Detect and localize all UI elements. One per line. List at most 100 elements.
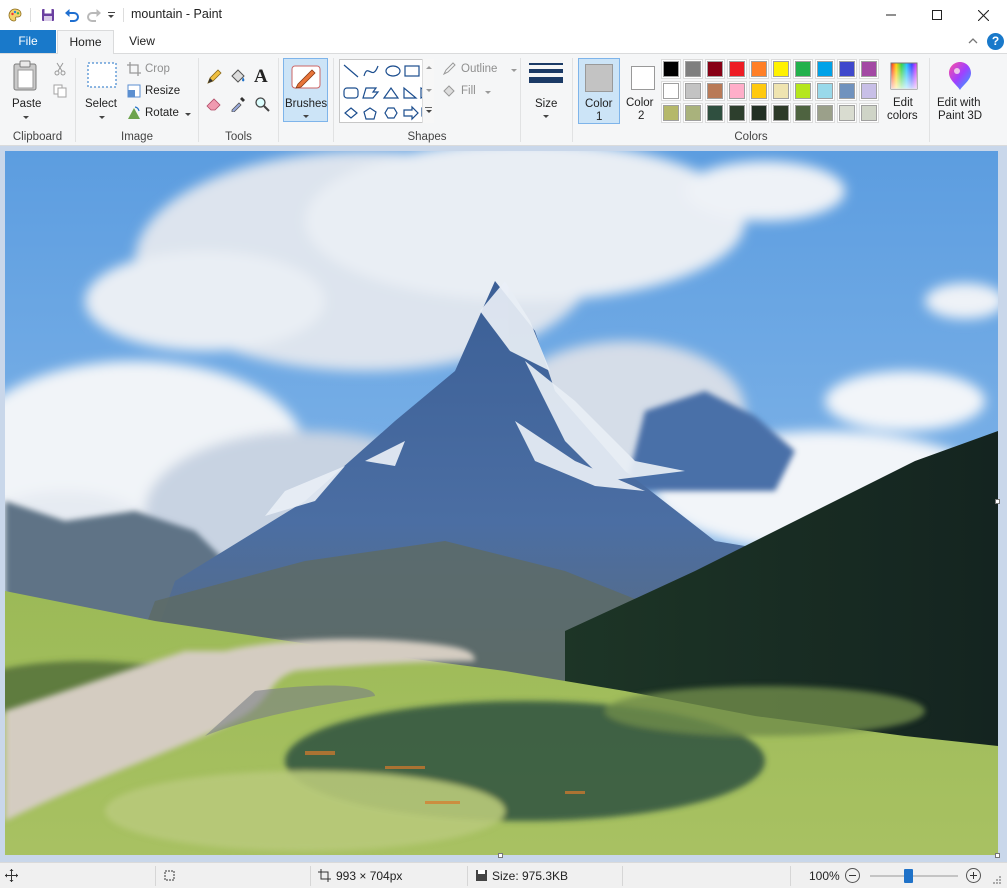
palette-swatch [663, 61, 679, 77]
redo-icon[interactable] [86, 7, 102, 23]
color1-label: Color [585, 98, 613, 110]
edit-colors-button[interactable]: Edit colors [885, 58, 923, 124]
palette-color-2-6[interactable] [793, 103, 813, 123]
undo-icon[interactable] [64, 7, 80, 23]
palette-color-2-4[interactable] [749, 103, 769, 123]
palette-color-1-5[interactable] [771, 81, 791, 101]
tab-view[interactable]: View [114, 30, 170, 53]
palette-color-1-0[interactable] [661, 81, 681, 101]
text-tool-icon[interactable]: A [254, 66, 268, 88]
paste-icon [13, 60, 37, 91]
palette-color-1-6[interactable] [793, 81, 813, 101]
mountain-painting[interactable] [5, 151, 998, 855]
rotate-button[interactable]: Rotate [127, 106, 193, 124]
minimize-button[interactable] [868, 0, 914, 30]
save-icon[interactable] [40, 7, 56, 23]
customize-quick-access-button[interactable] [106, 8, 116, 22]
palette-color-1-7[interactable] [815, 81, 835, 101]
select-button[interactable]: Select [82, 58, 122, 124]
help-icon[interactable]: ? [987, 33, 1004, 50]
palette-color-1-8[interactable] [837, 81, 857, 101]
palette-color-0-2[interactable] [705, 59, 725, 79]
close-button[interactable] [960, 0, 1006, 30]
ribbon: Paste Clipboard Select Crop Resize Rotat… [0, 53, 1007, 146]
palette-color-2-9[interactable] [859, 103, 879, 123]
palette-swatch [773, 61, 789, 77]
crop-label: Crop [145, 63, 170, 75]
maximize-button[interactable] [914, 0, 960, 30]
palette-color-1-1[interactable] [683, 81, 703, 101]
palette-color-1-4[interactable] [749, 81, 769, 101]
palette-color-1-9[interactable] [859, 81, 879, 101]
edit-colors-label: Edit [893, 97, 913, 109]
zoom-in-button[interactable] [966, 868, 981, 883]
zoom-out-button[interactable] [845, 868, 860, 883]
palette-color-1-2[interactable] [705, 81, 725, 101]
crop-button[interactable]: Crop [127, 62, 189, 80]
shapes-gallery[interactable] [339, 59, 434, 123]
clipboard-group-label: Clipboard [12, 131, 63, 143]
eraser-icon[interactable] [206, 96, 222, 112]
size-button[interactable]: Size [525, 58, 567, 124]
palette-color-0-5[interactable] [771, 59, 791, 79]
palette-color-2-0[interactable] [661, 103, 681, 123]
zoom-slider[interactable] [870, 869, 958, 883]
file-size-icon [476, 870, 487, 881]
outline-button[interactable]: Outline [442, 62, 517, 80]
palette-color-2-3[interactable] [727, 103, 747, 123]
resize-button[interactable]: Resize [127, 84, 189, 102]
fill-button[interactable]: Fill [442, 84, 502, 102]
palette-color-0-6[interactable] [793, 59, 813, 79]
palette-color-2-7[interactable] [815, 103, 835, 123]
color1-swatch [585, 64, 613, 92]
magnifier-icon[interactable] [254, 96, 270, 112]
drawing-canvas[interactable] [5, 151, 998, 855]
tab-file[interactable]: File [0, 30, 56, 53]
edit-with-paint3d-button[interactable]: Edit with Paint 3D [933, 58, 989, 124]
paste-button[interactable]: Paste [6, 58, 46, 124]
palette-swatch [707, 61, 723, 77]
canvas-workspace[interactable] [0, 146, 1007, 862]
palette-color-2-5[interactable] [771, 103, 791, 123]
selection-size-icon [164, 870, 175, 881]
zoom-level: 100% [809, 869, 840, 883]
palette-color-1-3[interactable] [727, 81, 747, 101]
color-picker-icon[interactable] [230, 96, 246, 112]
collapse-ribbon-icon[interactable] [966, 34, 980, 48]
edit-colors-icon [890, 62, 918, 90]
zoom-slider-thumb[interactable] [904, 869, 913, 883]
shapes-gallery-scroll[interactable] [422, 59, 434, 123]
canvas-resize-handle-right[interactable] [995, 499, 1000, 504]
palette-color-2-1[interactable] [683, 103, 703, 123]
cut-icon[interactable] [53, 62, 67, 76]
size-grip-icon[interactable] [992, 875, 1002, 885]
palette-color-0-3[interactable] [727, 59, 747, 79]
brushes-button[interactable]: Brushes [283, 58, 328, 122]
outline-label: Outline [461, 63, 498, 75]
shapes-group: Outline Fill Shapes [334, 54, 520, 146]
palette-swatch [861, 83, 877, 99]
palette-color-2-8[interactable] [837, 103, 857, 123]
canvas-resize-handle-bottom[interactable] [498, 853, 503, 858]
fill-bucket-icon[interactable] [229, 68, 246, 85]
palette-color-0-1[interactable] [683, 59, 703, 79]
palette-color-0-4[interactable] [749, 59, 769, 79]
color1-button[interactable]: Color 1 [578, 58, 620, 124]
palette-color-0-0[interactable] [661, 59, 681, 79]
fill-label: Fill [461, 85, 476, 97]
image-dimensions-icon [318, 869, 331, 882]
pencil-icon[interactable] [206, 69, 222, 85]
canvas-resize-handle-corner[interactable] [995, 853, 1000, 858]
tab-home[interactable]: Home [57, 30, 114, 54]
maximize-icon [932, 10, 942, 20]
tools-group: A Tools [199, 54, 278, 146]
palette-color-0-9[interactable] [859, 59, 879, 79]
color2-button[interactable]: Color 2 [622, 58, 664, 124]
palette-color-0-8[interactable] [837, 59, 857, 79]
copy-icon[interactable] [53, 84, 67, 98]
palette-swatch [861, 105, 877, 121]
palette-swatch [751, 61, 767, 77]
palette-color-0-7[interactable] [815, 59, 835, 79]
palette-swatch [751, 83, 767, 99]
palette-color-2-2[interactable] [705, 103, 725, 123]
